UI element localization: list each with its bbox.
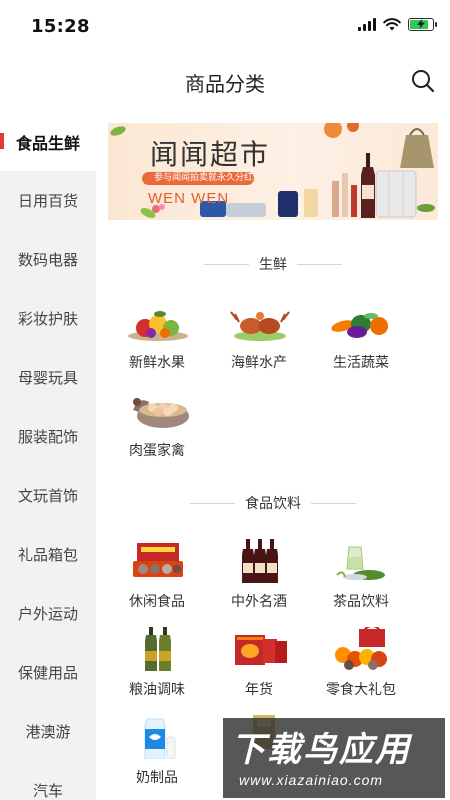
snack-box-icon [133,543,183,577]
sidebar-item-label: 保健用品 [17,664,78,682]
wine-bottles-icon [242,539,278,583]
sidebar-item-gifts-bags[interactable]: 礼品箱包 [0,525,96,584]
divider [297,263,342,265]
sidebar-item-label: 彩妆护肤 [17,310,78,328]
oil-bottles-icon [145,627,171,671]
banner-brand: WEN WEN [148,190,230,207]
header: 商品分类 [0,54,450,108]
sidebar-item-food-fresh[interactable]: 食品生鲜 [0,112,96,171]
category-item-label: 休闲食品 [129,594,185,610]
divider [204,263,249,265]
sidebar-item-makeup[interactable]: 彩妆护肤 [0,289,96,348]
vegetable-icon [331,313,388,338]
category-item-fresh-fruit[interactable]: 新鲜水果 [107,300,207,380]
sidebar-item-daily-goods[interactable]: 日用百货 [0,171,96,230]
status-icons [358,18,437,31]
category-item-new-year-goods[interactable]: 年货 [209,627,309,707]
category-item-liquor[interactable]: 中外名酒 [209,539,309,619]
milk-icon [144,718,176,759]
category-item-vegetables[interactable]: 生活蔬菜 [311,300,411,380]
category-item-label: 粮油调味 [129,682,185,698]
sidebar-item-apparel[interactable]: 服装配饰 [0,407,96,466]
tea-icon [336,546,385,580]
battery-charging-icon [408,18,437,31]
snack-gift-pack-icon [335,627,387,670]
sidebar-item-label: 数码电器 [17,251,78,269]
sidebar-item-outdoor[interactable]: 户外运动 [0,584,96,643]
search-button[interactable] [408,66,438,96]
sidebar-item-baby-toys[interactable]: 母婴玩具 [0,348,96,407]
category-item-snacks[interactable]: 休闲食品 [107,539,207,619]
watermark-overlay: 下载鸟应用 www.xiazainiao.com [223,718,445,798]
category-item-label: 奶制品 [136,770,178,786]
status-time: 15:28 [31,16,90,37]
category-item-grain-oil[interactable]: 粮油调味 [107,627,207,707]
section-title: 生鲜 [259,257,287,273]
sidebar-item-label: 日用百货 [17,192,78,210]
category-item-label: 零食大礼包 [326,682,396,698]
status-bar: 15:28 [0,0,450,54]
search-icon [412,70,435,93]
divider [190,502,235,504]
category-item-label: 年货 [245,682,273,698]
section-header-food-drinks: 食品饮料 [96,493,450,513]
sidebar-item-label: 礼品箱包 [17,546,78,564]
category-item-label: 肉蛋家禽 [129,443,185,459]
category-item-label: 海鲜水产 [231,355,287,371]
sidebar-item-label: 汽车 [32,782,63,800]
sidebar-item-label: 文玩首饰 [17,487,78,505]
category-sidebar: 食品生鲜 日用百货 数码电器 彩妆护肤 母婴玩具 服装配饰 文玩首饰 礼品箱包 … [0,112,96,800]
page-title: 商品分类 [185,72,265,96]
category-item-label: 中外名酒 [231,594,287,610]
signal-icon [358,18,376,31]
category-item-label: 生活蔬菜 [333,355,389,371]
category-item-tea-drinks[interactable]: 茶品饮料 [311,539,411,619]
section-title: 食品饮料 [245,496,301,512]
divider [311,502,356,504]
sidebar-item-jewelry[interactable]: 文玩首饰 [0,466,96,525]
sidebar-item-label: 母婴玩具 [17,369,78,387]
category-item-seafood[interactable]: 海鲜水产 [209,300,309,380]
sidebar-item-auto[interactable]: 汽车 [0,761,96,800]
category-item-snack-gift-pack[interactable]: 零食大礼包 [311,627,411,707]
promo-banner[interactable]: 闻闻超市 参与闻闻拍卖就永久分红 WEN WEN [108,123,438,220]
sidebar-item-label: 户外运动 [17,605,78,623]
section-header-fresh: 生鲜 [96,254,450,274]
sidebar-item-label: 服装配饰 [17,428,78,446]
sidebar-item-digital[interactable]: 数码电器 [0,230,96,289]
banner-ribbon-text: 参与闻闻拍卖就永久分红 [154,173,254,183]
wifi-icon [383,18,401,31]
watermark-title: 下载鸟应用 [231,730,411,770]
sidebar-item-health[interactable]: 保健用品 [0,643,96,702]
category-item-label: 新鲜水果 [129,355,185,371]
sidebar-item-label: 食品生鲜 [15,133,80,153]
eggs-poultry-icon [133,398,189,428]
watermark-url: www.xiazainiao.com [239,772,384,788]
category-item-meat-eggs-poultry[interactable]: 肉蛋家禽 [107,388,207,468]
banner-title: 闻闻超市 [150,138,271,171]
category-item-label: 茶品饮料 [333,594,389,610]
category-item-dairy[interactable]: 奶制品 [107,715,207,795]
gift-boxes-icon [235,635,287,665]
category-content: 闻闻超市 参与闻闻拍卖就永久分红 WEN WEN 生鲜 新鲜水果 海鲜水产 生活… [96,112,450,800]
seafood-icon [230,311,290,341]
sidebar-item-hkmo-travel[interactable]: 港澳游 [0,702,96,761]
fruit-icon [128,311,188,341]
sidebar-item-label: 港澳游 [25,723,71,741]
